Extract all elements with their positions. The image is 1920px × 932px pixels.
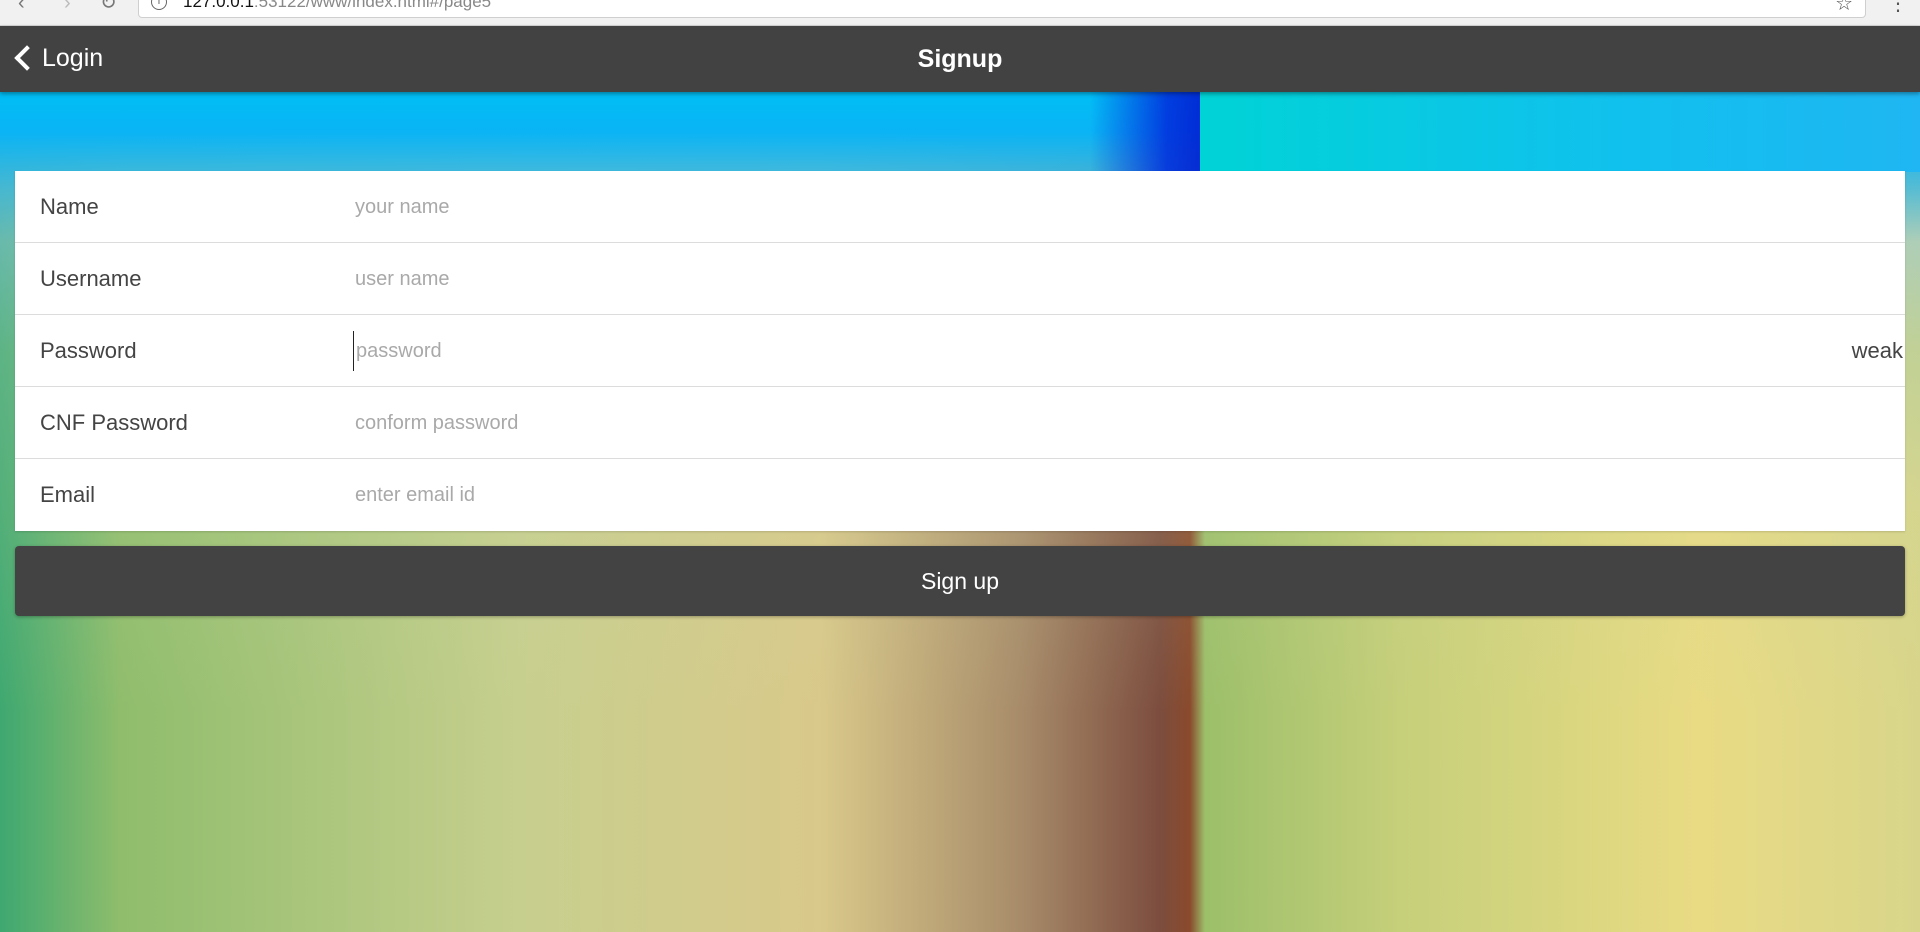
page-title: Signup bbox=[917, 45, 1003, 73]
username-label: Username bbox=[40, 266, 142, 291]
background-blue-band bbox=[1090, 92, 1200, 172]
form-row-email: Email bbox=[15, 459, 1905, 531]
password-strength-indicator: weak bbox=[1851, 338, 1903, 363]
star-icon[interactable]: ☆ bbox=[1835, 0, 1853, 16]
app-header: Login Signup bbox=[0, 26, 1920, 92]
name-input[interactable] bbox=[340, 187, 1835, 227]
name-label: Name bbox=[40, 194, 99, 219]
confirm-password-input[interactable] bbox=[340, 403, 1835, 443]
browser-forward-icon[interactable]: › bbox=[64, 0, 71, 13]
form-row-name: Name bbox=[15, 171, 1905, 243]
signup-button[interactable]: Sign up bbox=[15, 546, 1905, 616]
browser-back-icon[interactable]: ‹ bbox=[18, 0, 25, 13]
browser-toolbar: ‹ › ↻ i 127.0.0.1:53122/www/index.html#/… bbox=[0, 0, 1920, 26]
password-input[interactable] bbox=[353, 331, 1836, 371]
address-bar[interactable]: i 127.0.0.1:53122/www/index.html#/page5 … bbox=[138, 0, 1866, 18]
password-label: Password bbox=[40, 338, 137, 363]
kebab-menu-icon[interactable]: ⋮ bbox=[1888, 0, 1908, 14]
form-row-confirm-password: CNF Password bbox=[15, 387, 1905, 459]
signup-form: Name Username Password weak CNF Password… bbox=[15, 171, 1905, 531]
background-cyan-band bbox=[1200, 92, 1920, 172]
confirm-password-label: CNF Password bbox=[40, 410, 188, 435]
reload-icon[interactable]: ↻ bbox=[100, 0, 117, 13]
username-input[interactable] bbox=[340, 259, 1835, 299]
form-row-password: Password weak bbox=[15, 315, 1905, 387]
form-row-username: Username bbox=[15, 243, 1905, 315]
url-host: 127.0.0.1 bbox=[183, 0, 254, 11]
url-text: 127.0.0.1:53122/www/index.html#/page5 bbox=[183, 0, 491, 12]
info-icon[interactable]: i bbox=[151, 0, 167, 10]
email-label: Email bbox=[40, 482, 96, 507]
email-input[interactable] bbox=[340, 475, 1835, 515]
url-path: :53122/www/index.html#/page5 bbox=[253, 0, 492, 11]
